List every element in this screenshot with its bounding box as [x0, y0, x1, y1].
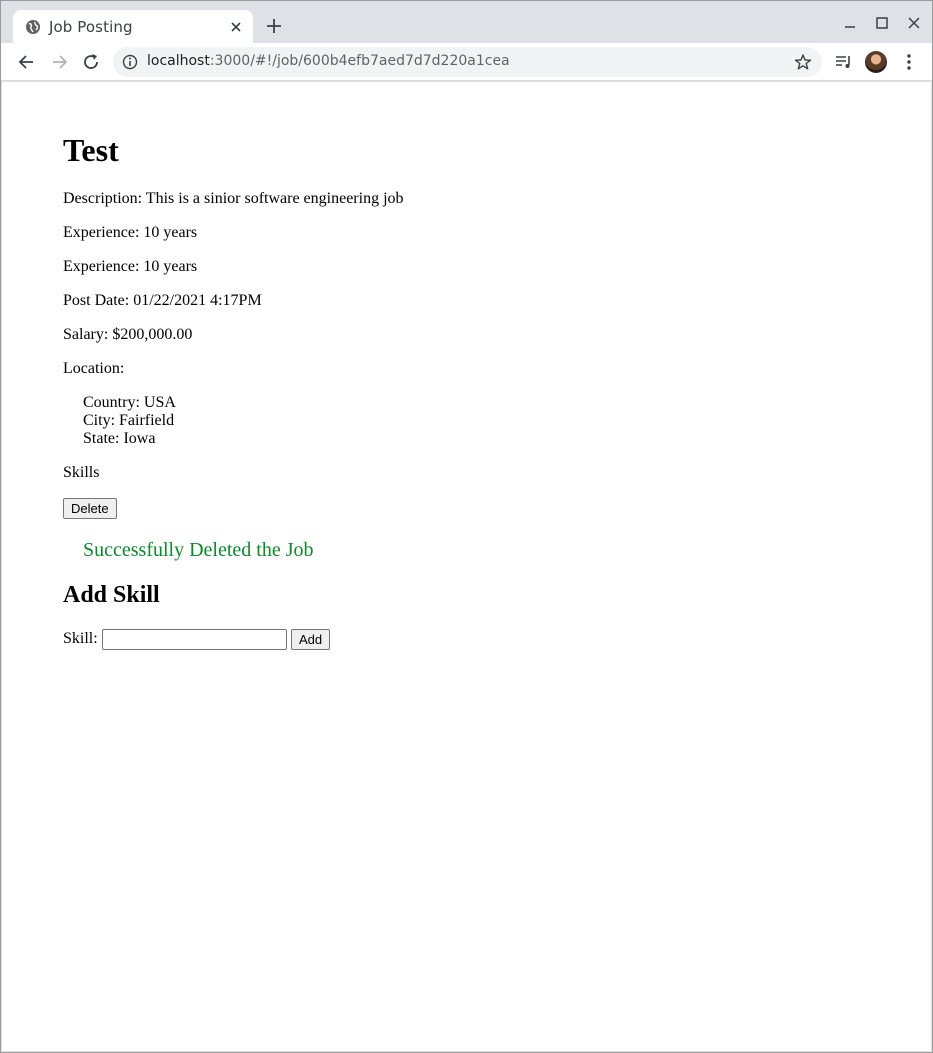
job-title: Test — [63, 132, 119, 168]
skill-input[interactable] — [102, 629, 287, 650]
skill-label: Skill: — [63, 630, 98, 647]
skills-label: Skills — [63, 464, 100, 481]
back-arrow-icon[interactable] — [17, 52, 37, 72]
url-host: localhost — [147, 53, 210, 69]
delete-button[interactable]: Delete — [63, 498, 117, 519]
globe-icon — [26, 20, 40, 34]
minimize-icon[interactable] — [840, 13, 860, 33]
location-country: Country: USA — [83, 394, 176, 411]
forward-arrow-icon[interactable] — [49, 52, 69, 72]
location-label: Location: — [63, 360, 125, 377]
close-tab-icon[interactable] — [229, 20, 243, 34]
close-window-icon[interactable] — [904, 13, 924, 33]
browser-tab[interactable]: Job Posting — [13, 10, 253, 44]
address-bar[interactable]: localhost:3000/#!/job/600b4efb7aed7d7d22… — [113, 47, 822, 77]
job-salary: Salary: $200,000.00 — [63, 326, 193, 343]
tab-title: Job Posting — [49, 18, 133, 36]
browser-toolbar: localhost:3000/#!/job/600b4efb7aed7d7d22… — [1, 43, 932, 81]
info-icon[interactable] — [122, 54, 138, 70]
tab-strip: Job Posting — [1, 1, 932, 44]
maximize-icon[interactable] — [872, 13, 892, 33]
job-experience: Experience: 10 years — [63, 224, 198, 241]
browser-window: Job Posting localhost:3000/#!/job/600b4e… — [0, 0, 933, 1053]
page-viewport: Test Description: This is a sinior softw… — [2, 82, 931, 1051]
status-message: Successfully Deleted the Job — [83, 539, 314, 561]
url-path: :3000/#!/job/600b4efb7aed7d7d220a1cea — [209, 53, 510, 69]
bookmark-star-icon[interactable] — [794, 53, 812, 71]
media-queue-icon[interactable] — [834, 52, 854, 72]
reload-icon[interactable] — [81, 52, 101, 72]
add-skill-heading: Add Skill — [63, 582, 160, 608]
job-experience-repeat: Experience: 10 years — [63, 258, 198, 275]
profile-avatar[interactable] — [865, 51, 887, 73]
job-description: Description: This is a sinior software e… — [63, 190, 404, 207]
job-post-date: Post Date: 01/22/2021 4:17PM — [63, 292, 262, 309]
location-state: State: Iowa — [83, 430, 156, 447]
new-tab-icon[interactable] — [265, 17, 283, 35]
more-menu-icon[interactable] — [899, 52, 919, 72]
url-text: localhost:3000/#!/job/600b4efb7aed7d7d22… — [147, 53, 510, 69]
add-skill-button[interactable]: Add — [291, 629, 331, 650]
location-city: City: Fairfield — [83, 412, 175, 429]
